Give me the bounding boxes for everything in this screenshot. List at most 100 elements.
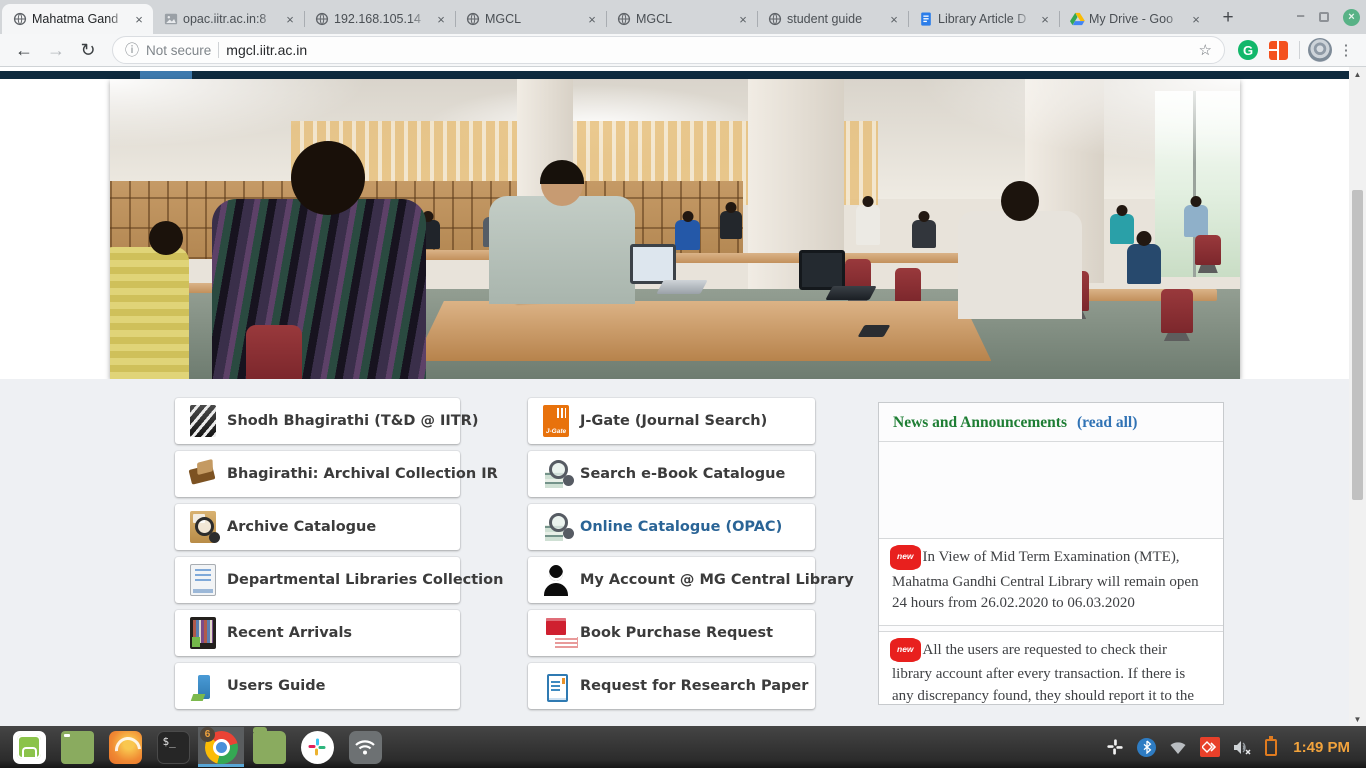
book-search-icon [543, 511, 569, 543]
tab-my-drive[interactable]: My Drive - Goo × [1059, 4, 1210, 34]
tab-close-icon[interactable]: × [886, 11, 902, 27]
battery-icon[interactable] [1265, 739, 1277, 756]
news-title: News and Announcements [893, 414, 1067, 431]
read-all-link[interactable]: (read all) [1077, 414, 1137, 431]
address-bar[interactable]: ⓘ Not secure mgcl.iitr.ac.in ☆ [112, 36, 1225, 64]
tab-student-guide[interactable]: student guide × [757, 4, 908, 34]
browser-menu-icon[interactable]: ⋮ [1336, 41, 1356, 59]
news-spacer [879, 442, 1223, 538]
grammarly-extension-icon[interactable]: G [1235, 37, 1261, 63]
link-shodh-bhagirathi[interactable]: Shodh Bhagirathi (T&D @ IITR) [175, 398, 460, 444]
link-bhagirathi-archival[interactable]: Bhagirathi: Archival Collection IR [175, 451, 460, 497]
scroll-down-arrow[interactable]: ▼ [1349, 712, 1366, 726]
link-research-paper[interactable]: Request for Research Paper [528, 663, 815, 709]
book-search-icon [543, 458, 569, 490]
tab-close-icon[interactable]: × [584, 11, 600, 27]
link-jgate[interactable]: J-Gate J-Gate (Journal Search) [528, 398, 815, 444]
chrome-task-active[interactable]: 6 [198, 727, 244, 767]
minimize-button[interactable]: − [1296, 12, 1305, 22]
active-nav-item[interactable] [140, 71, 192, 79]
new-tab-button[interactable]: + [1214, 4, 1242, 32]
bookmark-star-icon[interactable]: ☆ [1199, 41, 1212, 59]
taskbar: $_ 6 1:49 PM [0, 726, 1366, 768]
news-panel: News and Announcements (read all) newIn V… [878, 402, 1224, 705]
url-text[interactable]: mgcl.iitr.ac.in [226, 42, 307, 58]
slack-icon [301, 731, 334, 764]
system-tray: 1:49 PM [1106, 737, 1360, 757]
news-item: newIn View of Mid Term Examination (MTE)… [879, 538, 1223, 626]
thesis-icon [190, 405, 216, 437]
firefox-launcher[interactable] [102, 727, 148, 767]
link-users-guide[interactable]: Users Guide [175, 663, 460, 709]
tab-close-icon[interactable]: × [1188, 11, 1204, 27]
tab-mgcl-1[interactable]: MGCL × [455, 4, 606, 34]
news-header: News and Announcements (read all) [879, 403, 1223, 442]
reload-button[interactable]: ↻ [74, 36, 102, 64]
page-viewport: Shodh Bhagirathi (T&D @ IITR) Bhagirathi… [0, 67, 1366, 726]
maximize-button[interactable] [1319, 12, 1329, 22]
close-window-button[interactable]: × [1343, 9, 1360, 26]
orange-extension-icon[interactable] [1265, 37, 1291, 63]
page-scrollbar[interactable]: ▲ ▼ [1349, 67, 1366, 726]
google-drive-icon [1069, 11, 1085, 27]
terminal-icon: $_ [157, 731, 190, 764]
folder-search-icon [190, 511, 216, 543]
tab-close-icon[interactable]: × [131, 11, 147, 27]
terminal-launcher[interactable]: $_ [150, 727, 196, 767]
mint-logo-icon [13, 731, 46, 764]
tab-mahatma-gandhi[interactable]: Mahatma Gand × [2, 4, 153, 34]
archive-box-icon [190, 458, 216, 490]
bookshelf-icon [190, 617, 216, 649]
volume-muted-icon[interactable] [1233, 739, 1252, 756]
scrollbar-thumb[interactable] [1352, 190, 1363, 500]
files-launcher[interactable] [246, 727, 292, 767]
taskbar-clock[interactable]: 1:49 PM [1293, 739, 1350, 756]
tab-close-icon[interactable]: × [735, 11, 751, 27]
slack-tray-icon[interactable] [1106, 738, 1124, 756]
link-ebook-catalogue[interactable]: Search e-Book Catalogue [528, 451, 815, 497]
tab-ip-address[interactable]: 192.168.105.14 × [304, 4, 455, 34]
link-archive-catalogue[interactable]: Archive Catalogue [175, 504, 460, 550]
news-item: newAll the users are requested to check … [879, 631, 1223, 706]
folder-icon [253, 731, 286, 764]
anydesk-icon[interactable] [1200, 737, 1220, 757]
bluetooth-icon[interactable] [1137, 738, 1156, 757]
globe-icon [465, 11, 481, 27]
user-kiosk-icon [190, 670, 216, 702]
show-desktop-button[interactable] [54, 727, 100, 767]
back-button[interactable]: ← [10, 36, 38, 64]
mint-menu-button[interactable] [6, 727, 52, 767]
quick-links-left-column: Shodh Bhagirathi (T&D @ IITR) Bhagirathi… [175, 398, 460, 716]
info-icon[interactable]: ⓘ [125, 40, 139, 60]
jgate-icon: J-Gate [543, 405, 569, 437]
slack-launcher[interactable] [294, 727, 340, 767]
globe-icon [767, 11, 783, 27]
link-my-account[interactable]: My Account @ MG Central Library [528, 557, 815, 603]
tab-library-article[interactable]: Library Article D × [908, 4, 1059, 34]
network-wifi-icon[interactable] [1169, 740, 1187, 755]
tab-close-icon[interactable]: × [433, 11, 449, 27]
wifi-icon [349, 731, 382, 764]
tab-close-icon[interactable]: × [282, 11, 298, 27]
person-icon [543, 564, 569, 596]
tab-close-icon[interactable]: × [1037, 11, 1053, 27]
new-badge: new [892, 638, 919, 663]
link-book-purchase[interactable]: Book Purchase Request [528, 610, 815, 656]
link-departmental-libraries[interactable]: Departmental Libraries Collection [175, 557, 460, 603]
profile-avatar[interactable] [1308, 38, 1332, 62]
scroll-up-arrow[interactable]: ▲ [1349, 67, 1366, 81]
link-opac[interactable]: Online Catalogue (OPAC) [528, 504, 815, 550]
tab-mgcl-2[interactable]: MGCL × [606, 4, 757, 34]
quick-links-middle-column: J-Gate J-Gate (Journal Search) Search e-… [528, 398, 815, 716]
globe-icon [616, 11, 632, 27]
library-hero-photo [110, 79, 1240, 379]
google-docs-icon [918, 11, 934, 27]
forward-button[interactable]: → [42, 36, 70, 64]
site-navigation-bar[interactable] [0, 71, 1349, 79]
omnibox-divider [218, 42, 219, 58]
network-tool-launcher[interactable] [342, 727, 388, 767]
page-content: Shodh Bhagirathi (T&D @ IITR) Bhagirathi… [0, 379, 1349, 726]
link-recent-arrivals[interactable]: Recent Arrivals [175, 610, 460, 656]
browser-window: Mahatma Gand × opac.iitr.ac.in:8 × 192.1… [0, 0, 1366, 726]
tab-opac[interactable]: opac.iitr.ac.in:8 × [153, 4, 304, 34]
